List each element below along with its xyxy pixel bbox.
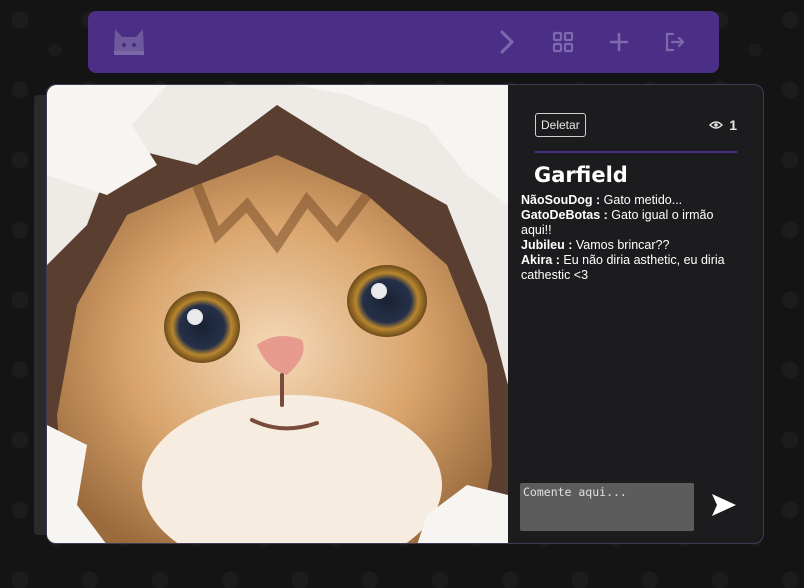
top-navbar (88, 11, 719, 73)
comment-input[interactable] (520, 483, 694, 531)
post-modal: Deletar 1 Garfield NãoSouDog : Gato meti… (46, 84, 764, 544)
comment-text: Vamos brincar?? (572, 238, 670, 252)
comment-author: NãoSouDog : (521, 193, 601, 207)
post-actions-row: Deletar 1 (535, 111, 737, 153)
view-counter: 1 (709, 117, 737, 133)
chevron-right-icon[interactable] (485, 20, 529, 64)
post-details-panel: Deletar 1 Garfield NãoSouDog : Gato meti… (508, 85, 763, 543)
logout-icon[interactable] (653, 20, 697, 64)
delete-button[interactable]: Deletar (535, 113, 586, 137)
comment-author: GatoDeBotas : (521, 208, 608, 222)
comment-item: Akira : Eu não diria asthetic, eu diria … (521, 253, 743, 283)
comment-author: Jubileu : (521, 238, 573, 252)
cat-logo-icon[interactable] (110, 24, 148, 60)
grid-icon[interactable] (541, 20, 585, 64)
post-photo (47, 85, 508, 543)
comment-item: NãoSouDog : Gato metido... (521, 193, 743, 208)
comment-list: NãoSouDog : Gato metido... GatoDeBotas :… (521, 193, 743, 283)
comment-text: Gato metido... (600, 193, 683, 207)
comment-author: Akira : (521, 253, 560, 267)
comment-item: GatoDeBotas : Gato igual o irmão aqui!! (521, 208, 743, 238)
plus-icon[interactable] (597, 20, 641, 64)
view-count: 1 (729, 117, 737, 133)
comment-item: Jubileu : Vamos brincar?? (521, 238, 743, 253)
post-title: Garfield (534, 163, 628, 187)
eye-icon (709, 121, 724, 129)
send-icon[interactable] (708, 489, 740, 521)
